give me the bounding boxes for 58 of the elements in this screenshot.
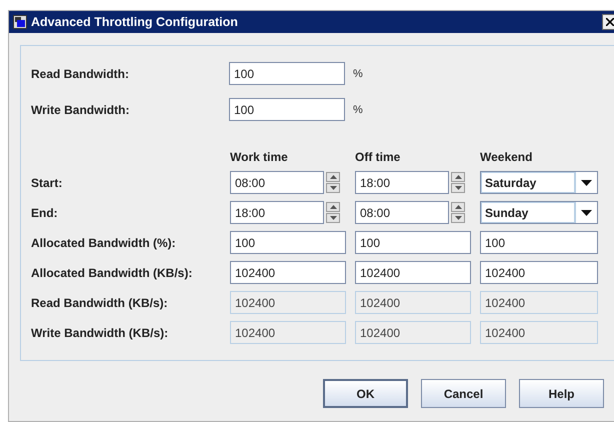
input-field: 102400 xyxy=(355,291,471,314)
up-arrow-icon xyxy=(454,175,462,179)
row-label: Allocated Bandwidth (%): xyxy=(31,236,177,250)
input-field: 102400 xyxy=(480,291,598,314)
day-dropdown[interactable]: Sunday xyxy=(480,201,598,224)
row-label: Start: xyxy=(31,176,64,190)
row-label: Write Bandwidth (KB/s): xyxy=(31,326,170,340)
unit-label: % xyxy=(353,104,364,116)
input-field[interactable]: 100 xyxy=(355,231,471,254)
unit-label: % xyxy=(353,68,364,80)
spin-down-button[interactable] xyxy=(326,183,340,193)
column-header: Work time xyxy=(230,150,289,164)
down-arrow-icon xyxy=(581,180,592,186)
field-label: Write Bandwidth: xyxy=(31,102,130,116)
time-field[interactable]: 08:00 xyxy=(230,171,324,194)
column-header: Off time xyxy=(355,150,402,164)
spin-up-button[interactable] xyxy=(451,202,465,212)
input-field[interactable]: 102400 xyxy=(355,261,471,284)
input-field: 102400 xyxy=(355,321,471,344)
spin-up-button[interactable] xyxy=(326,202,340,212)
up-arrow-icon xyxy=(330,175,336,179)
input-field: 102400 xyxy=(230,291,346,314)
input-field[interactable]: 100 xyxy=(480,231,598,254)
row-label: Allocated Bandwidth (KB/s): xyxy=(31,266,194,280)
time-field[interactable]: 18:00 xyxy=(230,201,324,224)
dialog-button[interactable]: Cancel xyxy=(421,379,506,408)
window-title: Advanced Throttling Configuration xyxy=(31,15,239,29)
down-arrow-icon xyxy=(330,216,336,220)
input-field: 102400 xyxy=(230,321,346,344)
spin-down-button[interactable] xyxy=(326,213,340,223)
down-arrow-icon xyxy=(454,216,462,220)
down-arrow-icon xyxy=(581,210,592,216)
close-icon xyxy=(606,18,614,26)
row-label: End: xyxy=(31,206,59,220)
input-field[interactable]: 100 xyxy=(229,62,345,85)
input-field[interactable]: 102400 xyxy=(230,261,346,284)
spin-down-button[interactable] xyxy=(451,183,465,193)
input-field[interactable]: 102400 xyxy=(480,261,598,284)
close-button[interactable] xyxy=(602,14,614,30)
input-field[interactable]: 100 xyxy=(229,98,345,121)
day-dropdown[interactable]: Saturday xyxy=(480,171,598,194)
spin-up-button[interactable] xyxy=(326,172,340,182)
up-arrow-icon xyxy=(454,205,462,209)
time-field[interactable]: 08:00 xyxy=(355,201,449,224)
input-field: 102400 xyxy=(480,321,598,344)
dialog-button[interactable]: Help xyxy=(519,379,604,408)
window-icon xyxy=(13,15,27,29)
field-label: Read Bandwidth: xyxy=(31,66,130,80)
column-header: Weekend xyxy=(480,150,534,164)
spin-up-button[interactable] xyxy=(451,172,465,182)
input-field[interactable]: 100 xyxy=(230,231,346,254)
down-arrow-icon xyxy=(454,186,462,190)
dialog-button[interactable]: OK xyxy=(323,379,408,408)
up-arrow-icon xyxy=(330,205,336,209)
down-arrow-icon xyxy=(330,186,336,190)
row-label: Read Bandwidth (KB/s): xyxy=(31,296,169,310)
time-field[interactable]: 18:00 xyxy=(355,171,449,194)
spin-down-button[interactable] xyxy=(451,213,465,223)
